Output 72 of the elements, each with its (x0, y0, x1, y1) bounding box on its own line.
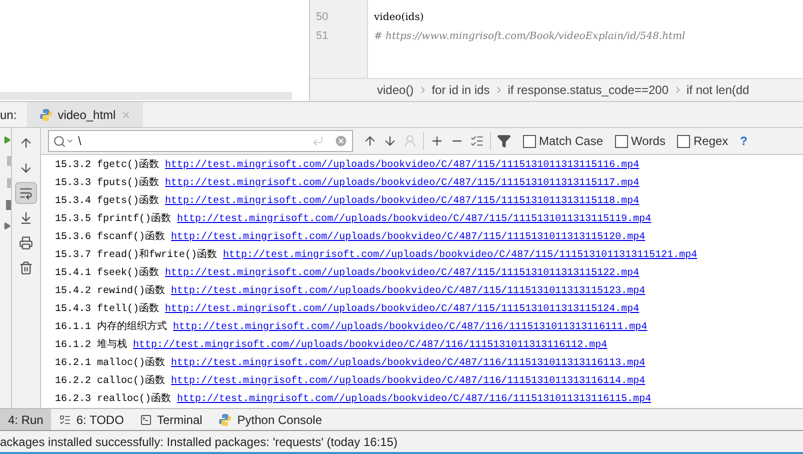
dropdown-icon[interactable] (66, 137, 74, 145)
output-link[interactable]: http://test.mingrisoft.com//uploads/bookvideo/C/487/116/1115131011313116115.mp4 (177, 392, 652, 406)
output-text: 15.4.2 rewind()函数 (55, 284, 166, 298)
search-value: \ (78, 133, 82, 150)
tab-label: Python Console (237, 412, 322, 428)
line-number: 51 (316, 29, 330, 44)
output-text: 15.4.1 fseek()函数 (55, 266, 160, 280)
tab-title: video_html (58, 106, 116, 124)
search-icon[interactable] (53, 134, 66, 148)
output-link[interactable]: http://test.mingrisoft.com//uploads/bookvideo/C/487/115/1115131011313115120.mp4 (171, 230, 646, 244)
list-icon (59, 414, 72, 426)
breadcrumb[interactable]: if response.status_code==200 (508, 81, 668, 99)
terminal-icon (140, 414, 152, 426)
output-text: 15.3.7 fread()和fwrite()函数 (55, 248, 218, 262)
breadcrumb[interactable]: for id in ids (432, 81, 490, 99)
output-text: 16.2.1 malloc()函数 (55, 356, 166, 370)
output-text: 15.3.6 fscanf()函数 (55, 230, 166, 244)
next-match-icon[interactable] (383, 134, 397, 148)
code-comment: # https://www.mingrisoft.com/Book/videoExplain/id/548.html (374, 30, 686, 44)
tool-window-tab[interactable]: Terminal (132, 409, 210, 430)
help-link[interactable]: ? (740, 132, 748, 150)
option-label[interactable]: Match Case (539, 132, 604, 150)
output-text: 15.3.2 fgetc()函数 (55, 158, 160, 172)
output-link[interactable]: http://test.mingrisoft.com//uploads/bookvideo/C/487/116/1115131011313116111.mp4 (173, 320, 648, 334)
output-link[interactable]: http://test.mingrisoft.com//uploads/bookvideo/C/487/116/1115131011313116112.mp4 (133, 338, 608, 352)
search-field[interactable]: \ (48, 130, 353, 152)
add-occurrence-icon[interactable] (430, 134, 444, 148)
checkbox[interactable] (677, 134, 690, 148)
output-link[interactable]: http://test.mingrisoft.com//uploads/bookvideo/C/487/115/1115131011313115119.mp4 (177, 212, 652, 226)
tab-label: 6: TODO (76, 412, 124, 428)
output-link[interactable]: http://test.mingrisoft.com//uploads/bookvideo/C/487/115/1115131011313115116.mp4 (165, 158, 640, 172)
output-text: 15.3.3 fputs()函数 (55, 176, 160, 190)
tool-window-tab[interactable]: Python Console (210, 409, 330, 430)
output-link[interactable]: http://test.mingrisoft.com//uploads/bookvideo/C/487/116/1115131011313116113.mp4 (171, 356, 646, 370)
tab-label: 4: Run (8, 412, 44, 428)
previous-match-icon[interactable] (363, 134, 377, 148)
output-link[interactable]: http://test.mingrisoft.com//uploads/bookvideo/C/487/116/1115131011313116114.mp4 (171, 374, 646, 388)
tool-window-tab[interactable]: 4: Run (0, 409, 52, 430)
line-number: 50 (316, 10, 330, 25)
python-icon (38, 108, 53, 122)
python-icon (218, 412, 232, 426)
scrollbar[interactable] (0, 92, 292, 100)
breadcrumb[interactable]: if not len(dd (686, 81, 750, 99)
panel-label: un: (0, 106, 18, 124)
select-all-icon[interactable] (470, 134, 484, 148)
output-text: 16.1.2 堆与栈 (55, 338, 128, 352)
output-link[interactable]: http://test.mingrisoft.com//uploads/bookvideo/C/487/115/1115131011313115118.mp4 (165, 194, 640, 208)
output-link[interactable]: http://test.mingrisoft.com//uploads/bookvideo/C/487/115/1115131011313115124.mp4 (165, 302, 640, 316)
output-link[interactable]: http://test.mingrisoft.com//uploads/bookvideo/C/487/115/1115131011313115122.mp4 (165, 266, 640, 280)
output-text: 15.3.5 fprintf()函数 (55, 212, 172, 226)
filter-icon[interactable] (497, 134, 511, 148)
output-text: 15.4.3 ftell()函数 (55, 302, 160, 316)
tool-window-tab[interactable]: 6: TODO (51, 409, 132, 430)
output-text: 15.3.4 fgets()函数 (55, 194, 160, 208)
run-icon[interactable] (3, 136, 11, 144)
option-label[interactable]: Regex (693, 132, 728, 150)
checkbox[interactable] (615, 134, 628, 148)
output-text: 16.1.1 内存的组织方式 (55, 320, 168, 334)
output-link[interactable]: http://test.mingrisoft.com//uploads/bookvideo/C/487/115/1115131011313115123.mp4 (171, 284, 646, 298)
option-label[interactable]: Words (631, 132, 666, 150)
run-tab[interactable]: video_html (26, 102, 143, 127)
status-message: ackages installed successfully: Installed packages: 'requests' (today 16:15) (0, 434, 398, 450)
output-link[interactable]: http://test.mingrisoft.com//uploads/bookvideo/C/487/115/1115131011313115117.mp4 (165, 176, 640, 190)
checkbox[interactable] (523, 134, 536, 148)
output-text: 16.2.3 realloc()函数 (55, 392, 172, 406)
soft-wrap-icon[interactable] (15, 182, 37, 204)
breadcrumb[interactable]: video() (377, 81, 414, 99)
enter-icon (312, 135, 324, 147)
output-text: 16.2.2 calloc()函数 (55, 374, 166, 388)
tab-label: Terminal (156, 412, 202, 428)
output-link[interactable]: http://test.mingrisoft.com//uploads/bookvideo/C/487/115/1115131011313115121.mp4 (223, 248, 698, 262)
code-line: video(ids) (374, 11, 425, 25)
